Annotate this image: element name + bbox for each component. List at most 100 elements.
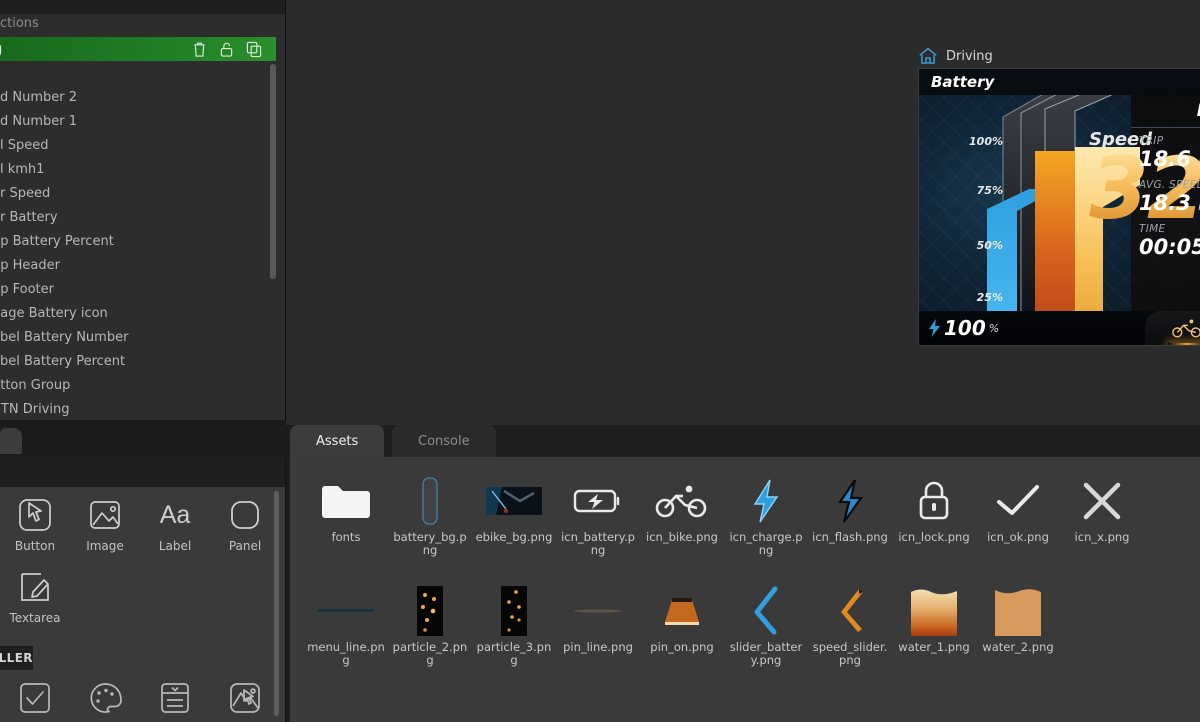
asset-item[interactable]: battery_bg.png — [388, 475, 472, 583]
tree-item-list[interactable]: ed Number 2 ed Number 1 el Speed el kmh1… — [0, 62, 276, 420]
folder-icon — [317, 475, 375, 527]
tab-console[interactable]: Console — [392, 425, 496, 457]
tree-scrollbar-thumb[interactable] — [270, 64, 276, 279]
dashboard-nav-icons[interactable] — [1145, 311, 1200, 345]
tree-item-selected[interactable]: g — [0, 37, 276, 61]
tree-row[interactable]: el Speed — [0, 134, 276, 158]
dashboard-screen[interactable]: Battery +24.7°C 11:45PM 100% 75% 50% 25%… — [918, 68, 1200, 346]
asset-item[interactable]: pin_on.png — [640, 585, 724, 693]
asset-item[interactable]: particle_2.png — [388, 585, 472, 693]
pinline-thumb-icon — [569, 585, 627, 637]
water2-thumb-icon — [989, 585, 1047, 637]
asset-item[interactable]: slider_battery.png — [724, 585, 808, 693]
tree-row[interactable]: ed Number 1 — [0, 110, 276, 134]
slider-blue-thumb-icon — [737, 585, 795, 637]
tree-row[interactable]: er Battery — [0, 206, 276, 230]
screen-name-label: Driving — [946, 48, 993, 64]
label-aa-icon: Aa — [159, 500, 191, 529]
trash-icon[interactable] — [192, 41, 207, 58]
tree-row[interactable]: abel Battery Number — [0, 326, 276, 350]
checkbox-icon — [15, 678, 55, 718]
asset-name: icn_bike.png — [646, 530, 718, 544]
bolt-blue-solid-icon — [821, 475, 879, 527]
battery-scale: 100% 75% 50% 25% 0% — [929, 99, 1003, 345]
palette-item-colorwheel[interactable]: Colorwheel — [70, 670, 140, 722]
ebike-dashboard-widget[interactable]: Driving Battery 100% 75% 50% 25% Speed 3… — [918, 44, 1200, 346]
panel-icon — [225, 495, 265, 535]
object-tree-panel[interactable]: actions g — [0, 0, 286, 420]
tree-scrollbar[interactable] — [270, 18, 276, 403]
palette-item-button[interactable]: Button — [0, 487, 70, 559]
asset-item[interactable]: ebike_bg.png — [472, 475, 556, 583]
tree-row[interactable]: utton Group — [0, 374, 276, 398]
asset-item[interactable]: fonts — [304, 475, 388, 583]
unlock-icon[interactable] — [219, 41, 234, 58]
nav-bike-icon[interactable] — [1160, 311, 1200, 345]
tree-row[interactable]: er Speed — [0, 182, 276, 206]
palette-item-label: Panel — [228, 539, 262, 553]
x-icon — [1073, 475, 1131, 527]
duplicate-icon[interactable] — [246, 41, 262, 58]
palette-item-label: Label — [158, 539, 192, 553]
tree-item-selected-label: g — [0, 42, 192, 57]
colorwheel-icon — [85, 678, 125, 718]
asset-item[interactable]: menu_line.png — [304, 585, 388, 693]
palette-header — [0, 457, 285, 487]
particle-thumb-icon — [401, 585, 459, 637]
tree-row[interactable]: up Header — [0, 254, 276, 278]
asset-item[interactable]: water_1.png — [892, 585, 976, 693]
asset-item[interactable]: icn_flash.png — [808, 475, 892, 583]
asset-item[interactable]: icn_charge.png — [724, 475, 808, 583]
palette-item-image[interactable]: Image — [70, 487, 140, 559]
palette-item-panel[interactable]: Panel — [210, 487, 280, 559]
asset-item[interactable]: particle_3.png — [472, 585, 556, 693]
asset-item[interactable]: icn_lock.png — [892, 475, 976, 583]
palette-item-textarea[interactable]: Textarea — [0, 559, 70, 631]
palette-scrollbar-thumb[interactable] — [274, 491, 279, 716]
palette-item-checkbox[interactable]: Checkbox — [0, 670, 70, 722]
particle-thumb-icon — [485, 585, 543, 637]
asset-item[interactable]: icn_battery.png — [556, 475, 640, 583]
palette-tab-stub[interactable] — [0, 428, 22, 454]
tree-row[interactable]: nage Battery icon — [0, 302, 276, 326]
check-icon — [989, 475, 1047, 527]
widget-palette-panel[interactable]: Button Image Aa Label Panel Textarea LER — [0, 457, 286, 722]
palette-section-controller: OLLER — [0, 646, 33, 670]
asset-name: icn_x.png — [1074, 530, 1130, 544]
tree-row[interactable]: up Footer — [0, 278, 276, 302]
palette-item-label[interactable]: Aa Label — [140, 487, 210, 559]
palette-item-imgbutton[interactable]: Imgbutton — [210, 670, 280, 722]
asset-item[interactable]: icn_bike.png — [640, 475, 724, 583]
asset-name: menu_line.png — [307, 640, 385, 667]
asset-name: speed_slider.png — [812, 640, 888, 667]
tree-row[interactable] — [0, 62, 276, 86]
battery-bolt-icon — [569, 475, 627, 527]
dashboard-bottom-bar: 100 % — [919, 311, 1200, 345]
battery-percent-value: 100 — [944, 316, 986, 340]
asset-item[interactable]: water_2.png — [976, 585, 1060, 693]
assets-panel[interactable]: Assets Console fonts battery_bg.png ebik… — [288, 425, 1200, 722]
palette-scrollbar[interactable] — [274, 491, 279, 716]
tree-row[interactable]: up Battery Percent — [0, 230, 276, 254]
tree-row[interactable]: abel Battery Percent — [0, 350, 276, 374]
tree-row[interactable]: ed Number 2 — [0, 86, 276, 110]
imgbutton-icon — [225, 678, 265, 718]
asset-name: water_1.png — [898, 640, 970, 654]
asset-item[interactable]: speed_slider.png — [808, 585, 892, 693]
tab-assets[interactable]: Assets — [290, 425, 385, 457]
assets-tabbar[interactable]: Assets Console — [288, 425, 1200, 457]
asset-item[interactable]: pin_line.png — [556, 585, 640, 693]
asset-item[interactable]: icn_ok.png — [976, 475, 1060, 583]
home-icon — [918, 47, 938, 65]
asset-name: icn_flash.png — [812, 530, 888, 544]
assets-file-grid[interactable]: fonts battery_bg.png ebike_bg.png icn_ba… — [290, 457, 1200, 722]
scale-label-100: 100% — [969, 135, 1003, 148]
tree-panel-topbar — [0, 0, 285, 14]
asset-name: icn_lock.png — [898, 530, 970, 544]
design-canvas[interactable]: Driving Battery 100% 75% 50% 25% Speed 3… — [286, 0, 1200, 425]
tree-row[interactable]: el kmh1 — [0, 158, 276, 182]
asset-name: icn_battery.png — [561, 530, 635, 557]
tree-row[interactable]: BTN Driving — [0, 398, 276, 420]
palette-item-dropdown[interactable]: Dropdown — [140, 670, 210, 722]
asset-item[interactable]: icn_x.png — [1060, 475, 1144, 583]
